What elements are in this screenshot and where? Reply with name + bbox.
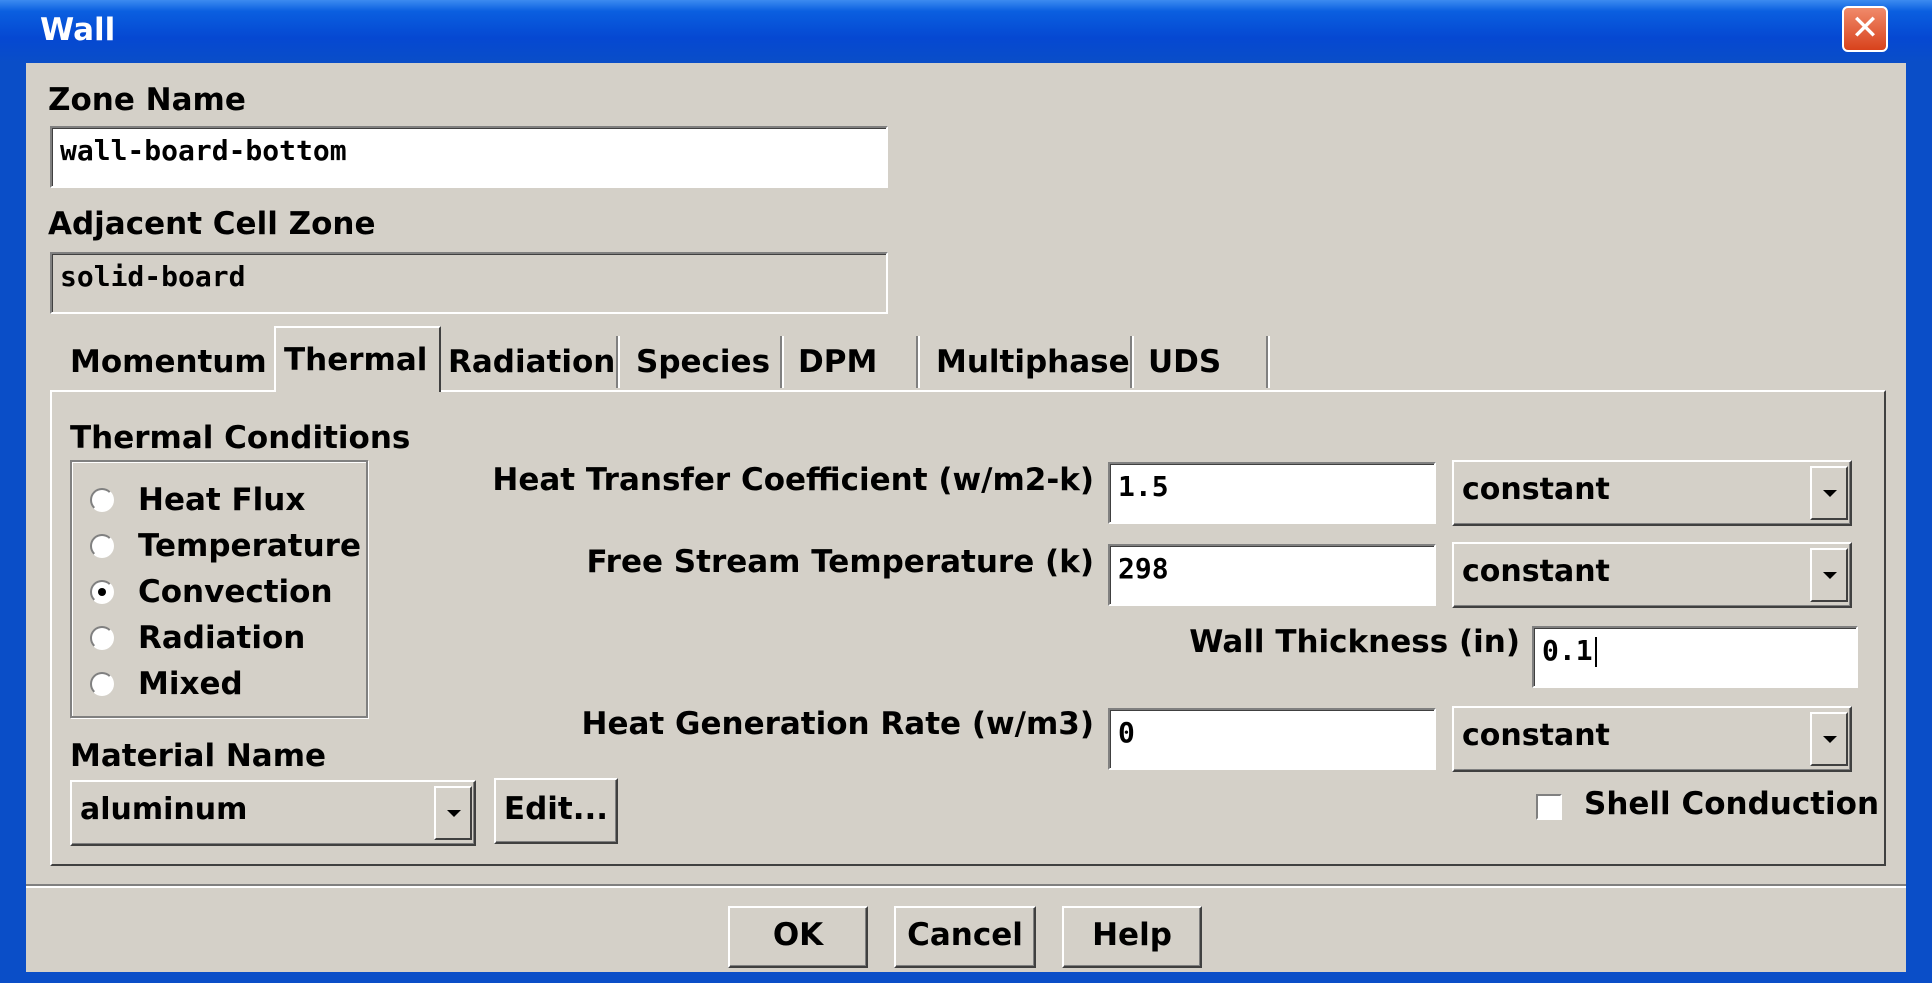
zone-name-input[interactable]: wall-board-bottom: [50, 126, 888, 188]
tab-divider: [1266, 336, 1270, 388]
window-border-right: [1906, 63, 1932, 983]
material-name-label: Material Name: [70, 738, 327, 774]
hgr-label: Heat Generation Rate (w/m3): [581, 706, 1094, 742]
chevron-down-icon[interactable]: [1810, 466, 1848, 520]
radio-label: Temperature: [138, 528, 361, 564]
radio-label: Convection: [138, 574, 333, 610]
tab-thermal[interactable]: Thermal: [274, 326, 442, 392]
material-select-value: aluminum: [80, 792, 248, 827]
hgr-method-select[interactable]: constant: [1452, 706, 1852, 772]
tab-multiphase[interactable]: Multiphase: [936, 332, 1130, 390]
chevron-down-icon[interactable]: [434, 786, 472, 840]
radio-button[interactable]: [90, 488, 114, 512]
radio-label: Mixed: [138, 666, 243, 702]
radio-button[interactable]: [90, 534, 114, 558]
window-title: Wall: [40, 12, 116, 48]
tab-momentum[interactable]: Momentum: [70, 332, 267, 390]
shell-conduction-checkbox[interactable]: [1536, 794, 1562, 820]
window-border-bottom: [0, 972, 1932, 983]
fst-label: Free Stream Temperature (k): [586, 544, 1094, 580]
wall-thickness-value: 0.1: [1542, 634, 1593, 667]
htc-method-value: constant: [1462, 472, 1610, 507]
tab-divider: [1130, 336, 1134, 388]
material-select[interactable]: aluminum: [70, 780, 476, 846]
wall-thickness-input[interactable]: 0.1: [1532, 626, 1858, 688]
htc-method-select[interactable]: constant: [1452, 460, 1852, 526]
wall-dialog: Wall ✕ Zone Name wall-board-bottom Adjac…: [0, 0, 1932, 983]
close-icon[interactable]: ✕: [1842, 6, 1888, 52]
edit-material-button[interactable]: Edit...: [494, 778, 618, 844]
radio-label: Radiation: [138, 620, 306, 656]
zone-name-label: Zone Name: [48, 82, 246, 118]
radio-label: Heat Flux: [138, 482, 306, 518]
window-border-left: [0, 63, 26, 983]
chevron-down-icon[interactable]: [1810, 548, 1848, 602]
radio-button-selected[interactable]: [90, 580, 114, 604]
htc-input[interactable]: 1.5: [1108, 462, 1436, 524]
tab-divider: [616, 336, 620, 388]
hgr-method-value: constant: [1462, 718, 1610, 753]
radio-button[interactable]: [90, 672, 114, 696]
ok-button[interactable]: OK: [728, 906, 868, 968]
fst-method-select[interactable]: constant: [1452, 542, 1852, 608]
tab-dpm[interactable]: DPM: [798, 332, 877, 390]
help-button[interactable]: Help: [1062, 906, 1202, 968]
htc-label: Heat Transfer Coefficient (w/m2-k): [492, 462, 1094, 498]
shell-conduction-label: Shell Conduction: [1584, 786, 1880, 822]
tab-species[interactable]: Species: [636, 332, 770, 390]
thermal-conditions-label: Thermal Conditions: [70, 420, 411, 456]
title-bar[interactable]: Wall ✕: [0, 0, 1932, 63]
tab-radiation[interactable]: Radiation: [448, 332, 615, 390]
fst-input[interactable]: 298: [1108, 544, 1436, 606]
fst-method-value: constant: [1462, 554, 1610, 589]
tab-divider: [916, 336, 920, 388]
tab-divider: [780, 336, 784, 388]
text-caret: [1594, 637, 1597, 667]
adjacent-cell-zone-label: Adjacent Cell Zone: [48, 206, 376, 242]
chevron-down-icon[interactable]: [1810, 712, 1848, 766]
cancel-button[interactable]: Cancel: [894, 906, 1036, 968]
radio-button[interactable]: [90, 626, 114, 650]
button-separator: [26, 884, 1906, 888]
tab-uds[interactable]: UDS: [1148, 332, 1221, 390]
hgr-input[interactable]: 0: [1108, 708, 1436, 770]
adjacent-cell-zone-field: solid-board: [50, 252, 888, 314]
wall-thickness-label: Wall Thickness (in): [1189, 624, 1520, 660]
